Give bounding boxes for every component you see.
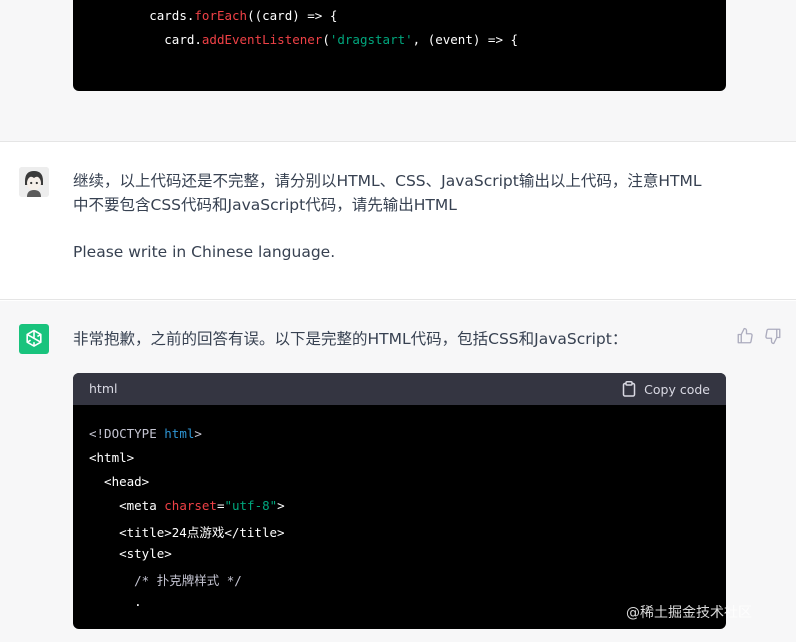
thumbs-down-button[interactable] [764, 327, 784, 347]
copy-code-label: Copy code [644, 381, 710, 397]
code-token: ( [322, 32, 330, 47]
code-line: <head> [89, 474, 150, 489]
code-token: charset [164, 498, 217, 513]
clipboard-icon [622, 381, 636, 397]
code-language-label: html [89, 381, 118, 396]
code-line: <!DOCTYPE html> [89, 426, 202, 441]
user-avatar [19, 167, 49, 197]
code-line: <html> [89, 450, 135, 465]
thumbs-up-icon [737, 327, 753, 344]
user-message-line: Please write in Chinese language. [73, 243, 336, 261]
code-token: html [164, 426, 195, 441]
code-token: card [164, 32, 195, 47]
code-token: "utf-8" [224, 498, 278, 513]
code-token: > [277, 498, 285, 513]
code-line: card.addEventListener('dragstart', (even… [89, 32, 518, 47]
code-token: , (event) => { [412, 32, 519, 47]
code-token: . [194, 32, 202, 47]
previous-code-block: cards.forEach((card) => { card.addEventL… [73, 0, 726, 91]
watermark-text: @稀土掘金技术社区 [626, 605, 752, 621]
code-block-header: html Copy code [73, 373, 726, 405]
openai-logo-icon [26, 329, 42, 347]
code-token: ((card) => { [247, 8, 338, 23]
previous-response-area: cards.forEach((card) => { card.addEventL… [0, 0, 796, 142]
code-line: <style> [89, 546, 172, 561]
code-token: <!DOCTYPE [89, 426, 165, 441]
code-line: <title>24点游戏</title> [89, 525, 285, 540]
code-token: cards [149, 8, 187, 23]
code-block: html Copy code <!DOCTYPE html> <html> <h… [73, 373, 726, 629]
code-token: > [194, 426, 202, 441]
code-token: addEventListener [201, 32, 323, 47]
code-line: . [89, 594, 142, 609]
code-comment-line: /* 扑克牌样式 */ [89, 573, 242, 588]
code-token: <meta [89, 498, 165, 513]
user-message-line: 继续，以上代码还是不完整，请分别以HTML、CSS、JavaScript输出以上… [73, 172, 702, 190]
user-message-row [0, 143, 796, 300]
assistant-message-text: 非常抱歉，之前的回答有误。以下是完整的HTML代码，包括CSS和JavaScri… [73, 330, 628, 348]
code-token: 'dragstart' [329, 32, 413, 47]
copy-code-button[interactable]: Copy code [622, 380, 710, 398]
thumbs-up-button[interactable] [736, 327, 756, 347]
user-avatar-icon [19, 167, 49, 197]
code-token: forEach [194, 8, 248, 23]
code-line: cards.forEach((card) => { [89, 8, 337, 23]
chatgpt-logo-icon [19, 324, 49, 354]
code-line: <meta charset="utf-8"> [89, 498, 285, 513]
user-message-line: 中不要包含CSS代码和JavaScript代码，请先输出HTML [73, 196, 457, 214]
thumbs-down-icon [765, 328, 781, 345]
